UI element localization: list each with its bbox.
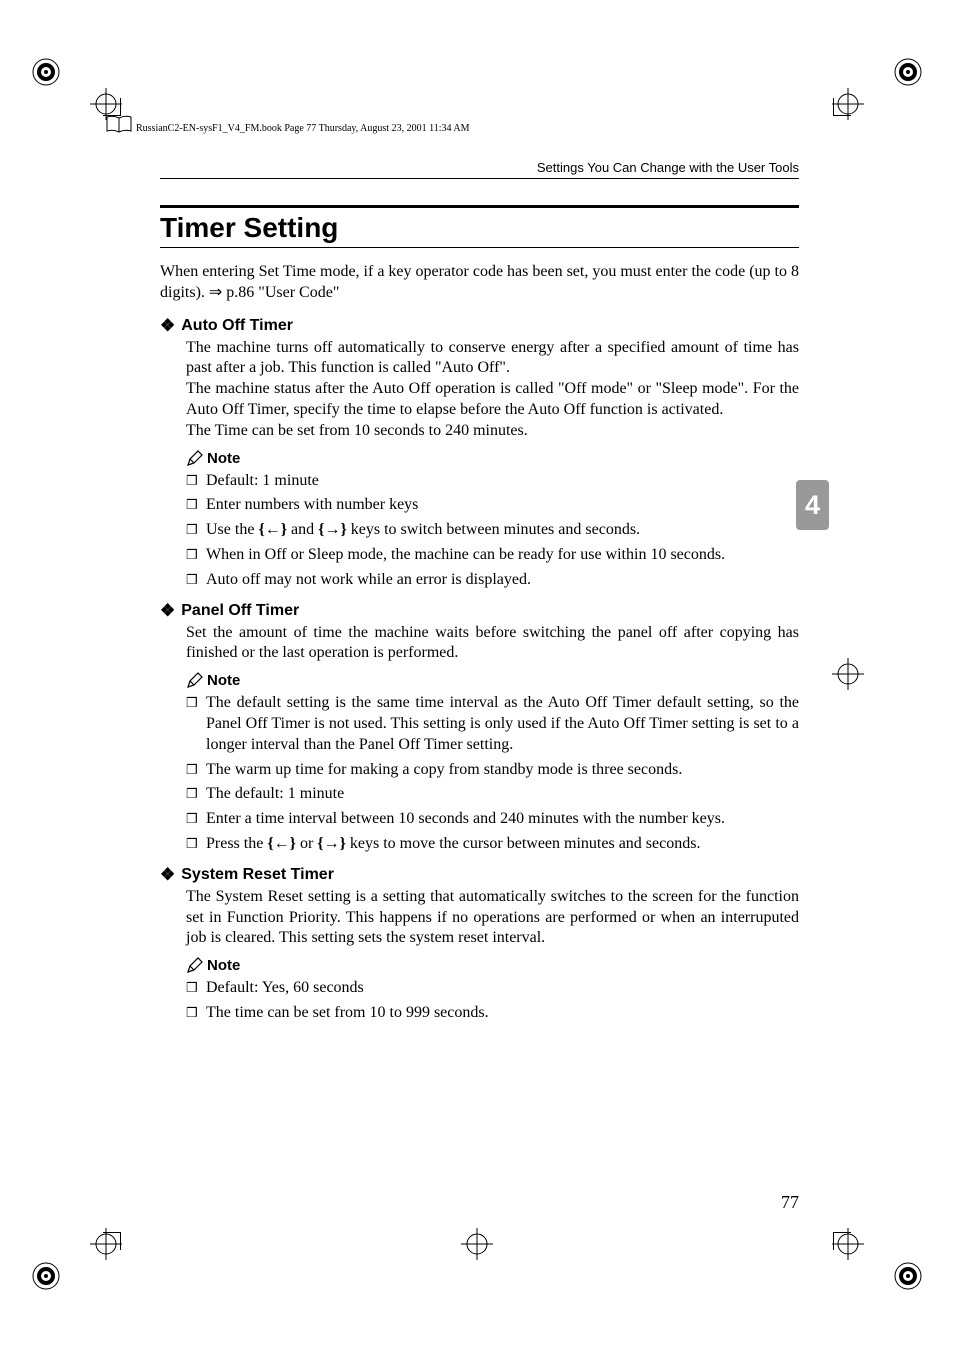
section-body: Set the amount of time the machine waits… [186, 623, 799, 665]
note-label: Note [207, 672, 240, 689]
section-heading-panel-off: ❖ Panel Off Timer [160, 601, 799, 621]
section-title: System Reset Timer [181, 866, 334, 884]
note-label: Note [207, 957, 240, 974]
note-label: Note [207, 450, 240, 467]
book-icon [105, 115, 133, 135]
diamond-icon: ❖ [160, 316, 175, 336]
chapter-tab: 4 [796, 480, 829, 530]
crosshair-mark [461, 1228, 493, 1260]
crop-mark [120, 1232, 121, 1250]
list-item: Default: 1 minute [186, 471, 799, 492]
pencil-icon [186, 957, 203, 974]
crop-mark [103, 1232, 121, 1233]
list-item: Default: Yes, 60 seconds [186, 978, 799, 999]
registration-mark [894, 58, 922, 86]
crosshair-mark [832, 658, 864, 690]
list-item: The default: 1 minute [186, 784, 799, 805]
chapter-number: 4 [805, 490, 820, 521]
pencil-icon [186, 672, 203, 689]
page-title: Timer Setting [160, 205, 799, 248]
crop-mark [120, 98, 121, 116]
list-item: Auto off may not work while an error is … [186, 570, 799, 591]
note-heading: Note [186, 957, 799, 974]
note-heading: Note [186, 450, 799, 467]
section-body: The machine turns off automatically to c… [186, 338, 799, 442]
diamond-icon: ❖ [160, 601, 175, 621]
crop-mark [833, 115, 851, 116]
pencil-icon [186, 450, 203, 467]
registration-mark [32, 1262, 60, 1290]
note-heading: Note [186, 672, 799, 689]
list-item: When in Off or Sleep mode, the machine c… [186, 545, 799, 566]
crop-mark [833, 98, 834, 116]
registration-mark [894, 1262, 922, 1290]
header-meta: RussianC2-EN-sysF1_V4_FM.book Page 77 Th… [136, 123, 470, 134]
crop-mark [833, 1232, 834, 1250]
running-head: Settings You Can Change with the User To… [160, 160, 799, 179]
section-title: Auto Off Timer [181, 317, 293, 335]
list-item: Press the {←} or {→} keys to move the cu… [186, 834, 799, 855]
intro-paragraph: When entering Set Time mode, if a key op… [160, 262, 799, 304]
list-item: Enter a time interval between 10 seconds… [186, 809, 799, 830]
page-number: 77 [781, 1192, 799, 1213]
registration-mark [32, 58, 60, 86]
section-body: The System Reset setting is a setting th… [186, 887, 799, 949]
note-list: Default: Yes, 60 seconds The time can be… [186, 978, 799, 1024]
list-item: Use the {←} and {→} keys to switch betwe… [186, 520, 799, 541]
section-heading-system-reset: ❖ System Reset Timer [160, 865, 799, 885]
note-list: The default setting is the same time int… [186, 693, 799, 855]
crop-mark [833, 1232, 851, 1233]
list-item: The warm up time for making a copy from … [186, 760, 799, 781]
section-heading-auto-off: ❖ Auto Off Timer [160, 316, 799, 336]
note-list: Default: 1 minute Enter numbers with num… [186, 471, 799, 591]
list-item: The default setting is the same time int… [186, 693, 799, 755]
section-title: Panel Off Timer [181, 602, 299, 620]
list-item: The time can be set from 10 to 999 secon… [186, 1003, 799, 1024]
list-item: Enter numbers with number keys [186, 495, 799, 516]
page-content: Settings You Can Change with the User To… [160, 160, 799, 1213]
diamond-icon: ❖ [160, 865, 175, 885]
